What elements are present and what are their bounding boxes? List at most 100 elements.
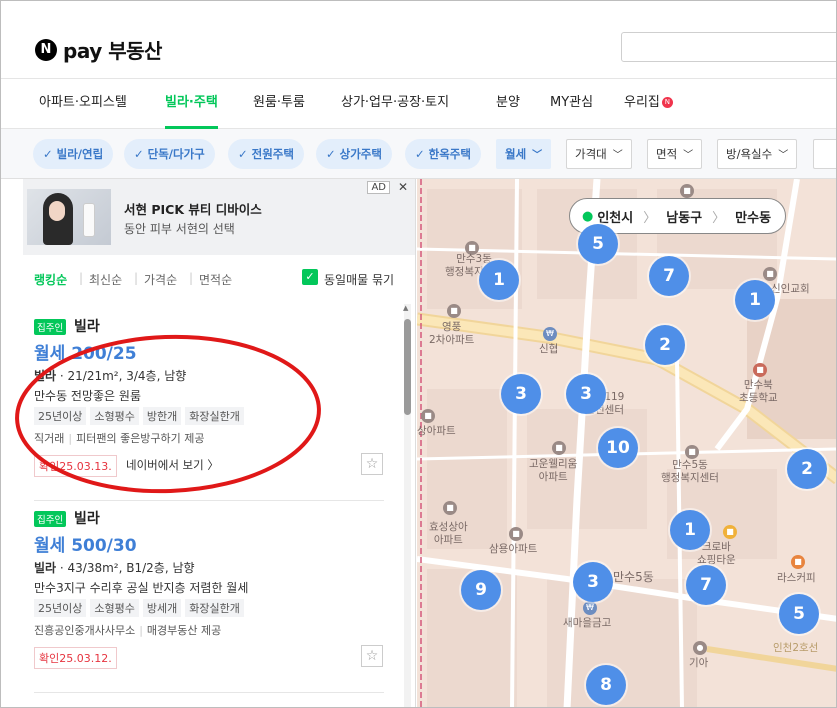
scroll-up-icon[interactable]: ▲ <box>403 304 408 312</box>
poi-label: 고운웰리움 아파트 <box>529 458 578 483</box>
main-nav: 아파트·오피스텔 빌라·주택 원룸·투룸 상가·업무·공장·토지 분양 MY관심… <box>1 79 836 129</box>
tag: 25년이상 <box>34 599 87 617</box>
new-badge: N <box>661 97 673 108</box>
listing-price: 월세 500/30 <box>34 536 137 556</box>
poi-label: 기아 <box>689 657 709 669</box>
chip-villa[interactable]: ✓ 빌라/연립 <box>33 139 114 169</box>
chip-label: 한옥주택 <box>428 147 471 161</box>
breadcrumb-district[interactable]: 남동구 <box>666 207 702 226</box>
map-cluster[interactable]: 9 <box>461 570 501 610</box>
ad-device <box>83 203 95 237</box>
poi-label: 라스커피 <box>777 572 816 584</box>
naver-logo-icon: N <box>35 38 57 61</box>
sort-bar: 랭킹순 | 최신순 | 가격순 | 면적순 ✓ 동일매물 묶기 <box>1 267 415 293</box>
dropdown-area[interactable]: 면적 ﹀ <box>647 139 703 169</box>
bank-icon: ₩ <box>543 327 557 341</box>
map-cluster[interactable]: 7 <box>686 565 726 605</box>
chevron-down-icon: ﹀ <box>532 150 543 161</box>
map-cluster[interactable]: 5 <box>578 224 618 264</box>
map-cluster[interactable]: 3 <box>573 562 613 602</box>
dropdown-label: 면적 <box>656 147 678 161</box>
check-icon: ✓ <box>415 147 425 161</box>
poi-label: 효성상아 아파트 <box>429 521 468 546</box>
close-icon[interactable]: ✕ <box>398 180 408 194</box>
tab-presale[interactable]: 분양 <box>496 79 520 129</box>
list-item[interactable]: 집주인 빌라 월세 500/30 빌라 · 43/38m², B1/2층, 남향… <box>34 507 384 693</box>
star-icon[interactable]: ☆ <box>361 645 383 667</box>
map-cluster[interactable]: 1 <box>479 260 519 300</box>
apartment-icon: ■ <box>443 501 457 515</box>
map-cluster[interactable]: 5 <box>779 594 819 634</box>
poi-label: 새마을금고 <box>563 617 612 629</box>
poi-label: 신협 <box>539 343 559 355</box>
breadcrumb-dong[interactable]: 만수동 <box>735 207 771 226</box>
chip-hanok[interactable]: ✓ 한옥주택 <box>405 139 481 169</box>
logo[interactable]: N pay 부동산 <box>35 35 162 64</box>
view-on-naver-link[interactable]: 네이버에서 보기 〉 <box>126 457 219 473</box>
tag: 방한개 <box>142 407 182 425</box>
tag: 화장실한개 <box>185 599 244 617</box>
chip-store-house[interactable]: ✓ 상가주택 <box>316 139 392 169</box>
dropdown-price[interactable]: 가격대 ﹀ <box>566 139 632 169</box>
map-cluster[interactable]: 8 <box>586 665 626 705</box>
ad-subtitle: 동안 피부 서현의 선택 <box>124 222 235 236</box>
sort-latest[interactable]: 최신순 <box>89 271 122 288</box>
same-listing-label: 동일매물 묶기 <box>324 273 395 287</box>
ad-banner[interactable]: 서현 PICK 뷰티 디바이스 동안 피부 서현의 선택 AD ✕ <box>23 179 415 255</box>
ad-image <box>27 189 111 245</box>
same-listing-checkbox[interactable]: ✓ <box>302 269 318 285</box>
listing-type: 빌라 <box>74 511 100 527</box>
header: N pay 부동산 <box>1 1 836 79</box>
star-icon[interactable]: ☆ <box>361 453 383 475</box>
dropdown-deal-type[interactable]: 월세 ﹀ <box>496 139 552 169</box>
map-cluster[interactable]: 2 <box>645 325 685 365</box>
agent-note: 피터팬의 좋은방구하기 제공 <box>76 432 205 445</box>
dropdown-more[interactable] <box>813 139 836 169</box>
tab-apartment[interactable]: 아파트·오피스텔 <box>39 79 127 129</box>
chip-label: 상가주택 <box>339 147 382 161</box>
listing-panel: 서현 PICK 뷰티 디바이스 동안 피부 서현의 선택 AD ✕ 랭킹순 | … <box>1 179 416 707</box>
listing-tags: 25년이상 소형평수 방세개 화장실한개 <box>34 599 244 617</box>
sort-area[interactable]: 면적순 <box>199 271 232 288</box>
listing-price: 월세 200/25 <box>34 344 137 364</box>
tab-my-home[interactable]: 우리집 N <box>624 79 673 129</box>
poi-label: 삼용아파트 <box>489 543 538 555</box>
chip-label: 빌라/연립 <box>56 147 104 161</box>
divider: | <box>68 432 73 445</box>
map-cluster[interactable]: 3 <box>501 374 541 414</box>
confirm-date: 확인25.03.13. <box>34 455 117 477</box>
logo-text: pay 부동산 <box>63 39 162 63</box>
divider: | <box>79 271 84 285</box>
tab-oneroom[interactable]: 원룸·투룸 <box>253 79 305 129</box>
map-cluster[interactable]: 1 <box>735 280 775 320</box>
chip-detached[interactable]: ✓ 단독/다가구 <box>124 139 215 169</box>
tab-commercial[interactable]: 상가·업무·공장·토지 <box>341 79 449 129</box>
listing-desc: 만수동 전망좋은 원룸 <box>34 389 141 403</box>
dropdown-rooms[interactable]: 방/욕실수 ﹀ <box>717 139 798 169</box>
tab-villa[interactable]: 빌라·주택 <box>165 79 218 129</box>
listing-agent: 진흥공인중개사사무소 | 매경부동산 제공 <box>34 622 221 638</box>
map-cluster[interactable]: 2 <box>787 449 827 489</box>
map-cluster[interactable]: 1 <box>670 510 710 550</box>
breadcrumb-city[interactable]: 인천시 <box>597 207 633 226</box>
map-view[interactable]: ● 인천시 〉 남동구 〉 만수동 ■ 만수3동 행정복지센터 ■ 영풍 2차아파트… <box>417 179 836 707</box>
sort-price[interactable]: 가격순 <box>144 271 177 288</box>
agent-name: 직거래 <box>34 432 65 445</box>
map-cluster[interactable]: 7 <box>649 256 689 296</box>
check-icon: ✓ <box>238 147 248 161</box>
sort-ranking[interactable]: 랭킹순 <box>34 271 67 288</box>
divider: | <box>139 624 143 637</box>
tab-my-interest[interactable]: MY관심 <box>550 79 593 129</box>
chevron-down-icon: ﹀ <box>612 150 623 161</box>
scrollbar-thumb[interactable] <box>404 319 411 415</box>
search-input[interactable] <box>621 32 836 62</box>
poi-label: 만수5동 행정복지센터 <box>661 459 719 484</box>
map-cluster[interactable]: 10 <box>598 428 638 468</box>
building-icon: ■ <box>680 184 694 198</box>
spec-type: 빌라 <box>34 369 57 383</box>
list-item[interactable]: 집주인 빌라 월세 200/25 빌라 · 21/21m², 3/4층, 남향 … <box>34 315 384 501</box>
listing-tags: 25년이상 소형평수 방한개 화장실한개 <box>34 407 244 425</box>
chip-country-house[interactable]: ✓ 전원주택 <box>228 139 304 169</box>
spec-type: 빌라 <box>34 561 57 575</box>
map-cluster[interactable]: 3 <box>566 374 606 414</box>
